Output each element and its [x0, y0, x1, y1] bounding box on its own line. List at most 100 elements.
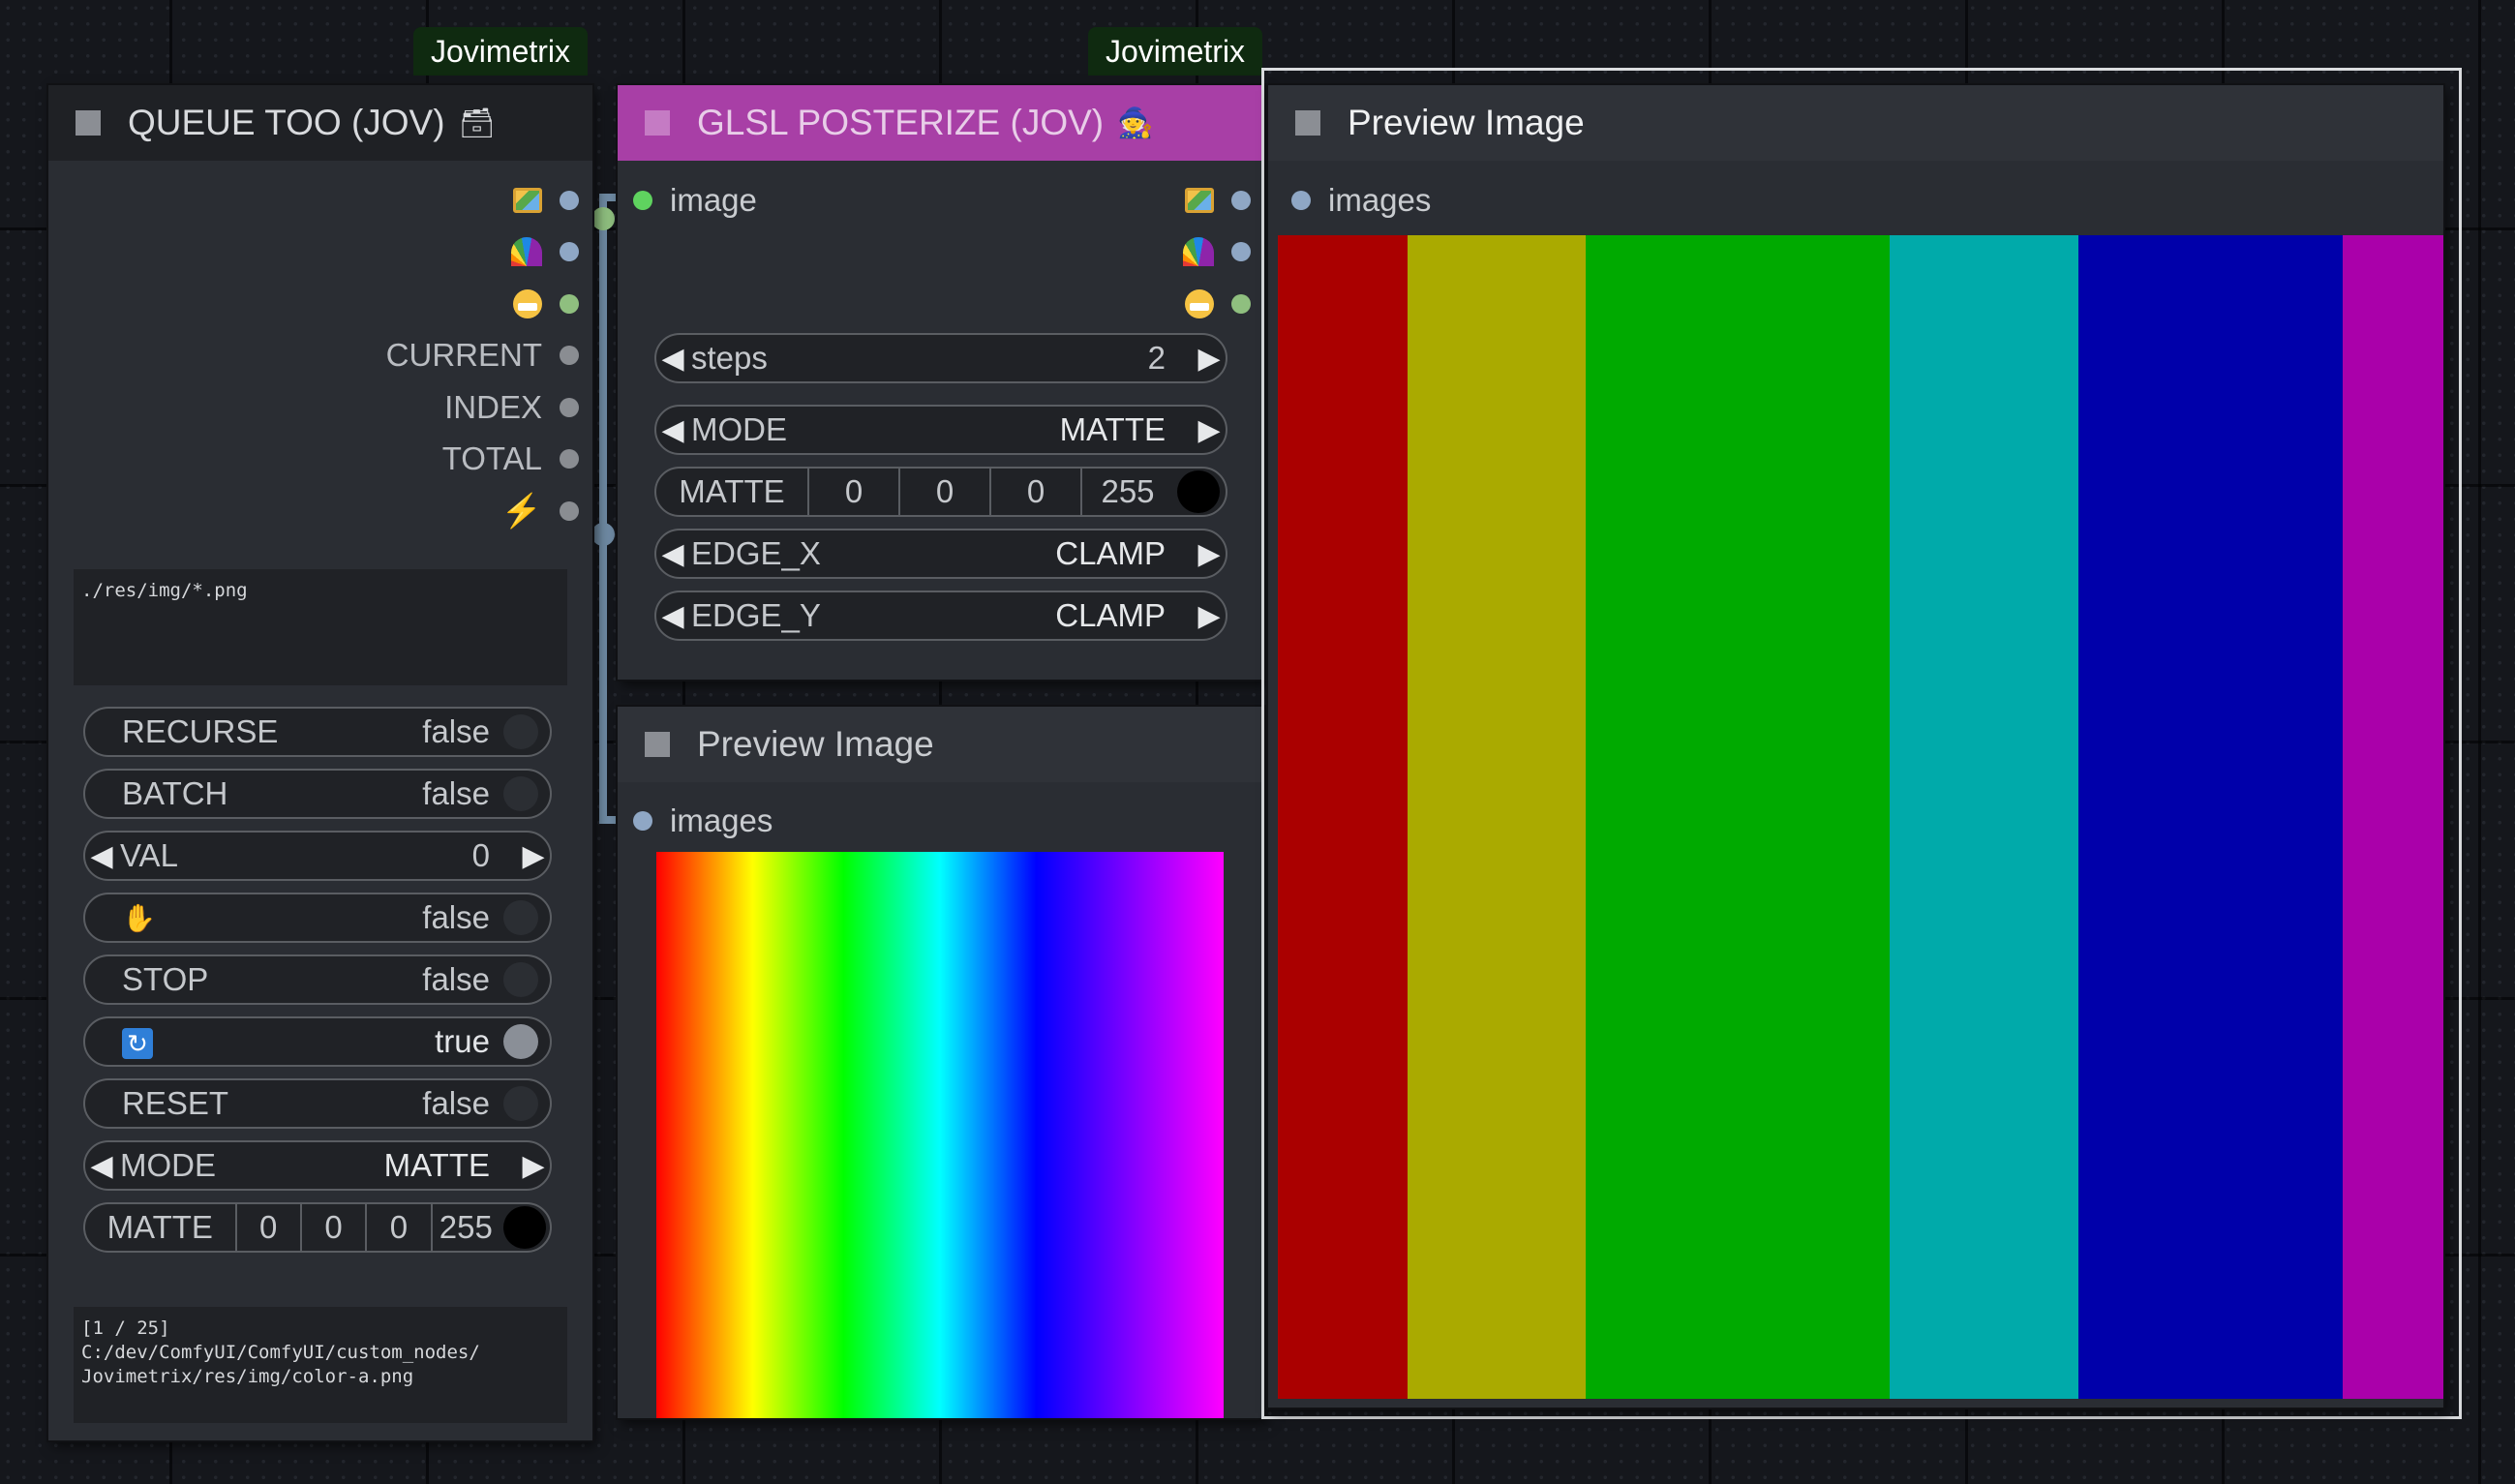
matte-label: MATTE — [106, 1209, 213, 1245]
output-slot-dot[interactable] — [560, 242, 579, 261]
mode-combo[interactable]: ◀ MODE MATTE ▶ — [83, 1140, 552, 1191]
node-title-bar[interactable]: GLSL POSTERIZE (JOV) 🧙 — [618, 85, 1264, 161]
decrement-arrow-icon[interactable]: ◀ — [85, 1149, 118, 1183]
output-slot-dot[interactable] — [560, 294, 579, 314]
image-icon — [513, 188, 542, 213]
output-slot-dot[interactable] — [560, 346, 579, 365]
output-slot-dot[interactable] — [1231, 294, 1251, 314]
toggle-knob — [503, 900, 538, 935]
collapse-toggle[interactable] — [645, 732, 670, 757]
rainbow-icon — [511, 237, 542, 266]
node-title: QUEUE TOO (JOV) — [128, 103, 445, 142]
matte-color-widget[interactable]: MATTE 0 0 0 255 — [83, 1202, 552, 1253]
output-index[interactable]: INDEX — [444, 384, 579, 431]
increment-arrow-icon[interactable]: ▶ — [1193, 342, 1226, 376]
preview-image-node-large[interactable]: Preview Image images — [1268, 85, 2443, 1408]
matte-a[interactable]: 255 — [1080, 469, 1173, 515]
matte-r[interactable]: 0 — [807, 469, 898, 515]
output-mask[interactable] — [513, 281, 579, 327]
matte-label: MATTE — [679, 473, 785, 509]
loop-toggle[interactable]: ↻ true — [83, 1016, 552, 1067]
output-slot-dot[interactable] — [1231, 191, 1251, 210]
hold-toggle[interactable]: ✋ false — [83, 893, 552, 943]
increment-arrow-icon[interactable]: ▶ — [1193, 537, 1226, 571]
output-label: TOTAL — [441, 440, 542, 476]
reset-toggle[interactable]: RESET false — [83, 1078, 552, 1129]
output-trigger[interactable]: ⚡ — [501, 488, 579, 534]
output-rgb[interactable] — [511, 228, 579, 275]
node-title-bar[interactable]: Preview Image — [618, 707, 1264, 782]
toggle-knob — [503, 962, 538, 997]
val-number[interactable]: ◀ VAL 0 ▶ — [83, 831, 552, 881]
decrement-arrow-icon[interactable]: ◀ — [656, 537, 689, 571]
decrement-arrow-icon[interactable]: ◀ — [656, 413, 689, 447]
decrement-arrow-icon[interactable]: ◀ — [85, 839, 118, 873]
status-text: [1 / 25] C:/dev/ComfyUI/ComfyUI/custom_n… — [74, 1307, 567, 1423]
collapse-toggle[interactable] — [76, 110, 101, 136]
collapse-toggle[interactable] — [1295, 110, 1320, 136]
recurse-toggle[interactable]: RECURSE false — [83, 707, 552, 757]
increment-arrow-icon[interactable]: ▶ — [1193, 599, 1226, 633]
matte-b[interactable]: 0 — [365, 1204, 430, 1251]
increment-arrow-icon[interactable]: ▶ — [517, 839, 550, 873]
matte-g[interactable]: 0 — [299, 1204, 365, 1251]
batch-toggle[interactable]: BATCH false — [83, 769, 552, 819]
preview-image-node-small[interactable]: Preview Image images — [618, 707, 1264, 1418]
matte-color-swatch[interactable] — [503, 1206, 546, 1249]
output-image[interactable] — [1185, 177, 1251, 224]
input-images[interactable]: images — [633, 798, 773, 844]
rainbow-icon — [1183, 237, 1214, 266]
edge-y-combo[interactable]: ◀ EDGE_Y CLAMP ▶ — [654, 591, 1227, 641]
badge-jovimetrix: Jovimetrix — [1088, 27, 1263, 76]
output-slot-dot[interactable] — [560, 398, 579, 417]
edge-x-combo[interactable]: ◀ EDGE_X CLAMP ▶ — [654, 529, 1227, 579]
collapse-toggle[interactable] — [645, 110, 670, 136]
matte-b[interactable]: 0 — [989, 469, 1080, 515]
output-total[interactable]: TOTAL — [442, 436, 579, 482]
output-slot-dot[interactable] — [560, 191, 579, 210]
color-band — [1278, 235, 1408, 1399]
color-band — [2343, 235, 2443, 1399]
decrement-arrow-icon[interactable]: ◀ — [656, 599, 689, 633]
decrement-arrow-icon[interactable]: ◀ — [656, 342, 689, 376]
node-title-bar[interactable]: Preview Image — [1268, 85, 2443, 161]
input-image[interactable]: image — [633, 177, 757, 224]
node-title: Preview Image — [697, 724, 934, 764]
matte-g[interactable]: 0 — [898, 469, 989, 515]
link-wire — [599, 194, 607, 823]
queue-too-node[interactable]: QUEUE TOO (JOV) 🗃 CURRENT INDEX TOTAL ⚡ … — [48, 85, 592, 1440]
link-reroute-dot[interactable] — [591, 523, 615, 546]
matte-color-swatch[interactable] — [1177, 470, 1220, 513]
increment-arrow-icon[interactable]: ▶ — [1193, 413, 1226, 447]
node-title-bar[interactable]: QUEUE TOO (JOV) 🗃 — [48, 85, 592, 161]
gradient-preview-image — [656, 852, 1224, 1418]
stop-toggle[interactable]: STOP false — [83, 954, 552, 1005]
node-title: Preview Image — [1348, 103, 1585, 142]
steps-number[interactable]: ◀ steps 2 ▶ — [654, 333, 1227, 383]
color-band — [1408, 235, 1586, 1399]
input-slot-dot[interactable] — [633, 811, 652, 831]
output-slot-dot[interactable] — [1231, 242, 1251, 261]
toggle-knob — [503, 714, 538, 749]
link-reroute-dot[interactable] — [591, 207, 615, 230]
mode-combo[interactable]: ◀ MODE MATTE ▶ — [654, 405, 1227, 455]
input-images[interactable]: images — [1291, 177, 1431, 224]
wizard-icon: 🧙 — [1117, 106, 1154, 139]
matte-color-widget[interactable]: MATTE 0 0 0 255 — [654, 467, 1227, 517]
output-rgb[interactable] — [1183, 228, 1251, 275]
output-slot-dot[interactable] — [560, 449, 579, 469]
matte-a[interactable]: 255 — [430, 1204, 500, 1251]
output-image[interactable] — [513, 177, 579, 224]
badge-jovimetrix: Jovimetrix — [413, 27, 589, 76]
color-band — [2078, 235, 2343, 1399]
increment-arrow-icon[interactable]: ▶ — [517, 1149, 550, 1183]
input-slot-dot[interactable] — [1291, 191, 1311, 210]
output-slot-dot[interactable] — [560, 501, 579, 521]
path-textarea[interactable]: ./res/img/*.png — [74, 569, 567, 685]
output-mask[interactable] — [1185, 281, 1251, 327]
matte-r[interactable]: 0 — [234, 1204, 300, 1251]
output-current[interactable]: CURRENT — [386, 332, 579, 379]
output-label: CURRENT — [385, 337, 542, 373]
input-slot-dot[interactable] — [633, 191, 652, 210]
glsl-posterize-node[interactable]: GLSL POSTERIZE (JOV) 🧙 image ◀ steps 2 ▶… — [618, 85, 1264, 680]
